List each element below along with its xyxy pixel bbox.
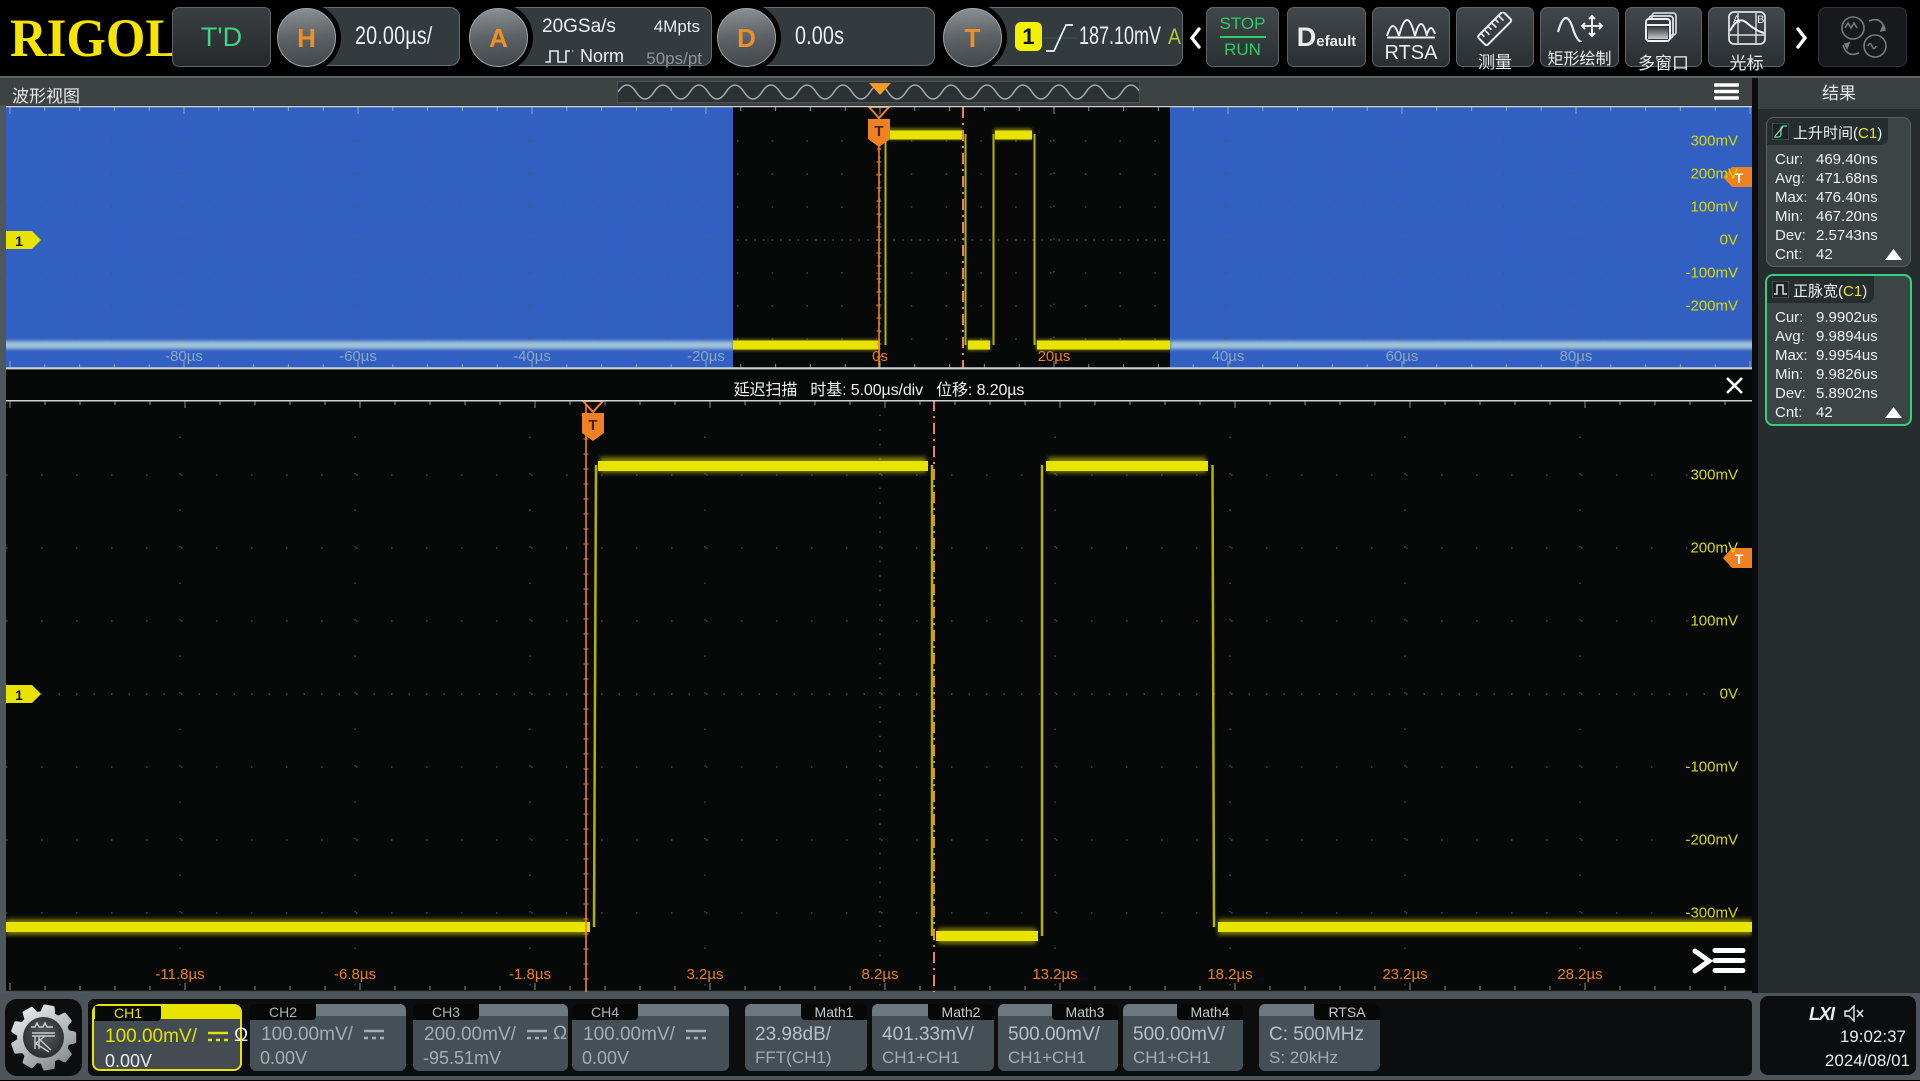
- svg-text:B: B: [1757, 14, 1764, 26]
- svg-text:A: A: [1733, 14, 1741, 26]
